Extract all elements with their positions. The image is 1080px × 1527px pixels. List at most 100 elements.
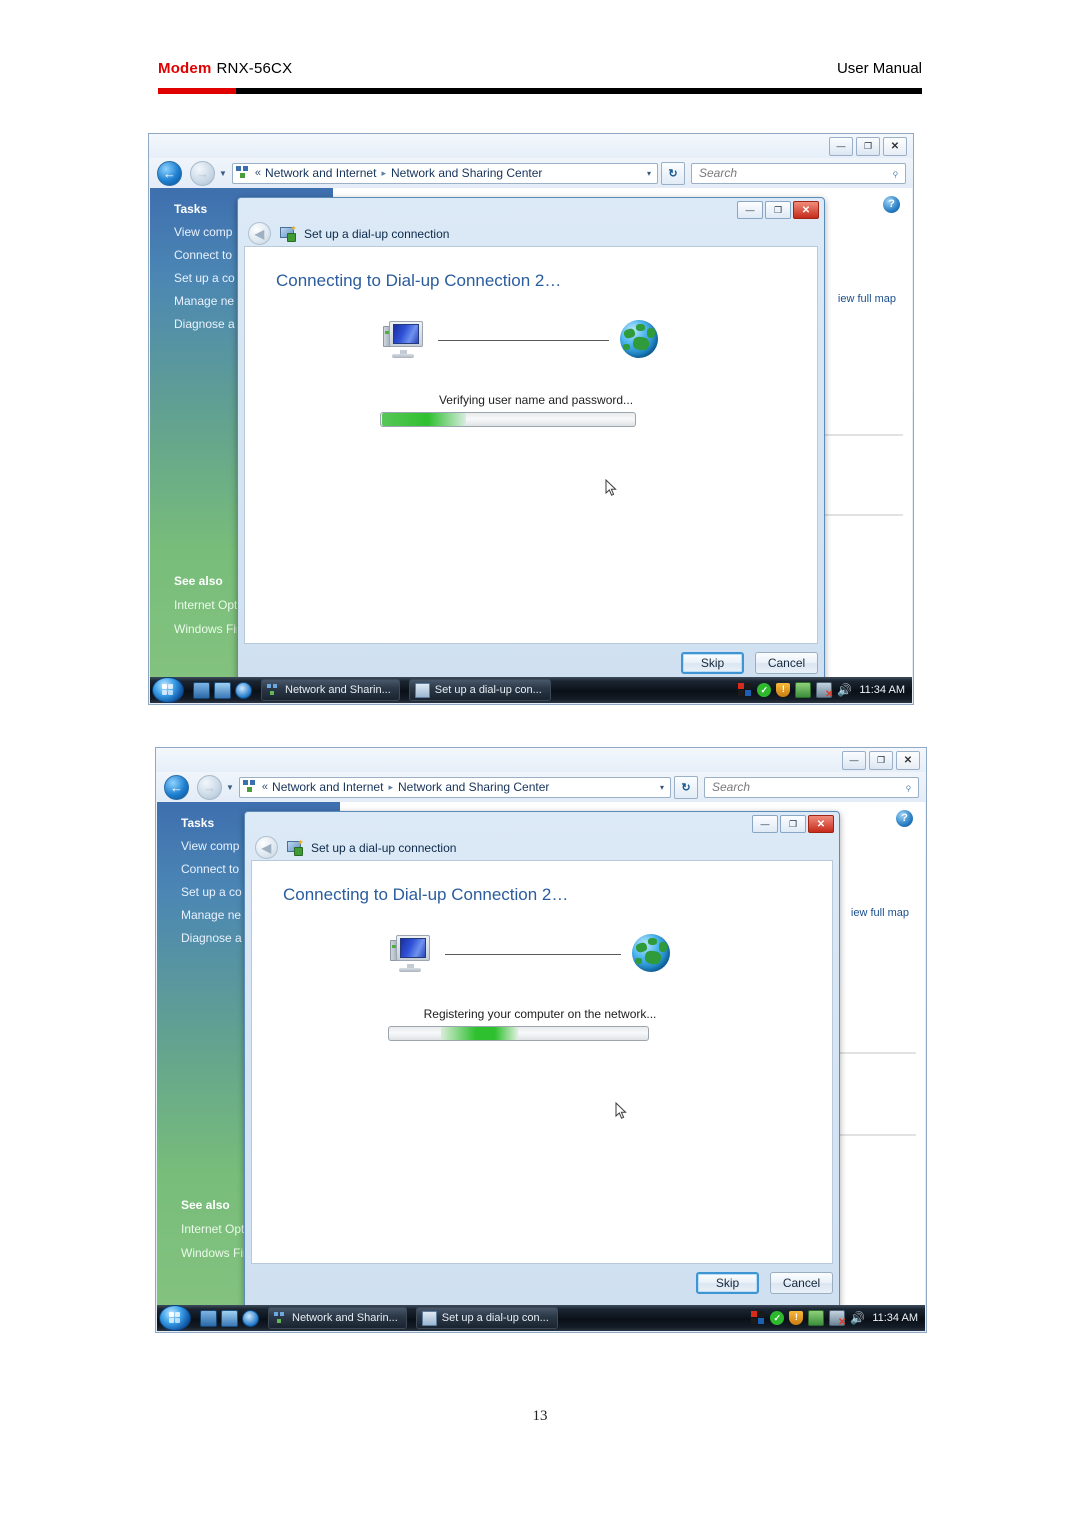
dialup-connection-icon: ✦ <box>287 838 304 856</box>
dialup-icon <box>414 682 430 698</box>
breadcrumb-item-network-and-internet[interactable]: Network and Internet <box>272 780 383 794</box>
network-activity-icon[interactable] <box>795 682 812 698</box>
windows-flag-icon[interactable] <box>738 683 752 697</box>
search-input[interactable]: Search ⌕ <box>691 162 906 184</box>
progress-bar <box>380 412 636 427</box>
dialog-maximize-button[interactable]: ❐ <box>765 201 791 219</box>
search-placeholder: Search <box>712 780 751 794</box>
start-button[interactable] <box>152 677 184 703</box>
globe-icon <box>620 320 658 358</box>
dialog-wizard-title: Set up a dial-up connection <box>311 840 457 855</box>
header-rule-accent <box>158 88 236 94</box>
show-desktop-icon[interactable] <box>193 681 210 699</box>
skip-button[interactable]: Skip <box>681 652 744 674</box>
internet-explorer-icon[interactable] <box>242 1309 259 1327</box>
cancel-button[interactable]: Cancel <box>755 652 818 674</box>
taskbar-item-label: Set up a dial-up con... <box>434 684 542 696</box>
breadcrumb-item-network-and-sharing-center[interactable]: Network and Sharing Center <box>398 780 549 794</box>
quick-launch-1 <box>193 681 252 699</box>
windows-flag-icon[interactable] <box>751 1311 765 1325</box>
search-input[interactable]: Search ⌕ <box>704 776 919 798</box>
volume-icon[interactable]: 🔊 <box>837 683 852 697</box>
dialog-close-button[interactable]: ✕ <box>808 815 834 833</box>
flip3d-icon[interactable] <box>214 681 231 699</box>
taskbar-item-dialup-connection[interactable]: Set up a dial-up con... <box>415 1307 558 1329</box>
dialog-back-button[interactable]: ◀ <box>255 836 278 859</box>
breadcrumb-arrow-icon: ▸ <box>388 781 393 792</box>
address-bar[interactable]: « Network and Internet ▸ Network and Sha… <box>231 162 658 184</box>
dialog-footer-1: Skip Cancel <box>244 648 818 678</box>
mouse-cursor <box>615 1102 627 1120</box>
security-check-icon[interactable]: ✓ <box>770 1311 785 1325</box>
back-button[interactable]: ← <box>164 774 189 800</box>
dialog-footer-2: Skip Cancel <box>251 1268 833 1298</box>
navigation-bar-1: ← → ▼ « Network and Internet ▸ Network a… <box>149 158 913 188</box>
dialog-maximize-button[interactable]: ❐ <box>780 815 806 833</box>
network-activity-icon[interactable] <box>808 1310 825 1326</box>
dialog-heading: Connecting to Dial-up Connection 2… <box>283 885 569 904</box>
close-button[interactable]: ✕ <box>896 751 920 770</box>
dialog-minimize-button[interactable]: — <box>737 201 763 219</box>
dialog-titlebar-2: — ❐ ✕ <box>245 812 839 834</box>
dialog-close-button[interactable]: ✕ <box>793 201 819 219</box>
chevron-down-icon[interactable]: ▾ <box>647 169 651 178</box>
shield-warning-icon[interactable]: ! <box>789 1311 804 1325</box>
progress-bar-fill <box>382 413 466 426</box>
recent-pages-dropdown-icon[interactable]: ▼ <box>219 169 227 178</box>
address-bar[interactable]: « Network and Internet ▸ Network and Sha… <box>238 776 671 798</box>
internet-explorer-icon[interactable] <box>235 681 252 699</box>
screenshot-1: — ❐ ✕ ← → ▼ « Network and Internet ▸ Net… <box>148 133 914 705</box>
header-rule <box>158 88 922 94</box>
search-icon: ⌕ <box>887 165 903 180</box>
network-disconnected-icon[interactable] <box>829 1310 846 1328</box>
explorer-window-1: — ❐ ✕ ← → ▼ « Network and Internet ▸ Net… <box>148 133 914 705</box>
window-titlebar-2: — ❐ ✕ <box>156 748 926 772</box>
close-icon: ✕ <box>903 754 913 766</box>
taskbar-item-network-and-sharing[interactable]: Network and Sharin... <box>261 679 400 701</box>
chevron-down-icon[interactable]: ▾ <box>660 783 664 792</box>
flip3d-icon[interactable] <box>221 1309 238 1327</box>
back-button[interactable]: ← <box>157 160 182 186</box>
forward-button[interactable]: → <box>197 774 222 800</box>
header-row: Modem RNX-56CX User Manual <box>158 60 922 82</box>
shield-warning-icon[interactable]: ! <box>776 683 791 697</box>
breadcrumb-item-network-and-internet[interactable]: Network and Internet <box>265 166 376 180</box>
taskbar-item-network-and-sharing[interactable]: Network and Sharin... <box>268 1307 407 1329</box>
search-icon: ⌕ <box>900 779 916 794</box>
security-check-icon[interactable]: ✓ <box>757 683 772 697</box>
page-number: 13 <box>532 1408 548 1424</box>
network-disconnected-icon[interactable] <box>816 682 833 700</box>
clock[interactable]: 11:34 AM <box>872 1312 918 1324</box>
progress-status-text: Registering your computer on the network… <box>423 1007 657 1021</box>
cancel-button[interactable]: Cancel <box>770 1272 833 1294</box>
minimize-button[interactable]: — <box>829 137 853 156</box>
help-icon[interactable]: ? <box>896 810 913 827</box>
maximize-button[interactable]: ❐ <box>869 751 893 770</box>
recent-pages-dropdown-icon[interactable]: ▼ <box>226 783 234 792</box>
system-tray-2: ✓ ! 🔊 11:34 AM <box>751 1310 918 1328</box>
show-desktop-icon[interactable] <box>200 1309 217 1327</box>
refresh-button[interactable]: ↻ <box>661 161 685 185</box>
start-button[interactable] <box>159 1305 191 1331</box>
breadcrumb-item-network-and-sharing-center[interactable]: Network and Sharing Center <box>391 166 542 180</box>
window-titlebar-1: — ❐ ✕ <box>149 134 913 158</box>
refresh-button[interactable]: ↻ <box>674 775 698 799</box>
dialup-wizard-dialog-1: — ❐ ✕ ◀ ✦ Set up a dial-up connection Co… <box>237 197 825 687</box>
section-divider <box>836 1052 916 1054</box>
view-full-map-link[interactable]: iew full map <box>851 907 909 919</box>
volume-icon[interactable]: 🔊 <box>850 1311 865 1325</box>
minimize-button[interactable]: — <box>842 751 866 770</box>
windows-logo-icon <box>168 1311 182 1325</box>
quick-launch-2 <box>200 1309 259 1327</box>
skip-button[interactable]: Skip <box>696 1272 759 1294</box>
dialog-back-button[interactable]: ◀ <box>248 222 271 245</box>
progress-bar <box>388 1026 649 1041</box>
help-icon[interactable]: ? <box>883 196 900 213</box>
forward-button[interactable]: → <box>190 160 215 186</box>
view-full-map-link[interactable]: iew full map <box>838 293 896 305</box>
taskbar-item-dialup-connection[interactable]: Set up a dial-up con... <box>408 679 551 701</box>
dialog-minimize-button[interactable]: — <box>752 815 778 833</box>
clock[interactable]: 11:34 AM <box>859 684 905 696</box>
close-button[interactable]: ✕ <box>883 137 907 156</box>
maximize-button[interactable]: ❐ <box>856 137 880 156</box>
